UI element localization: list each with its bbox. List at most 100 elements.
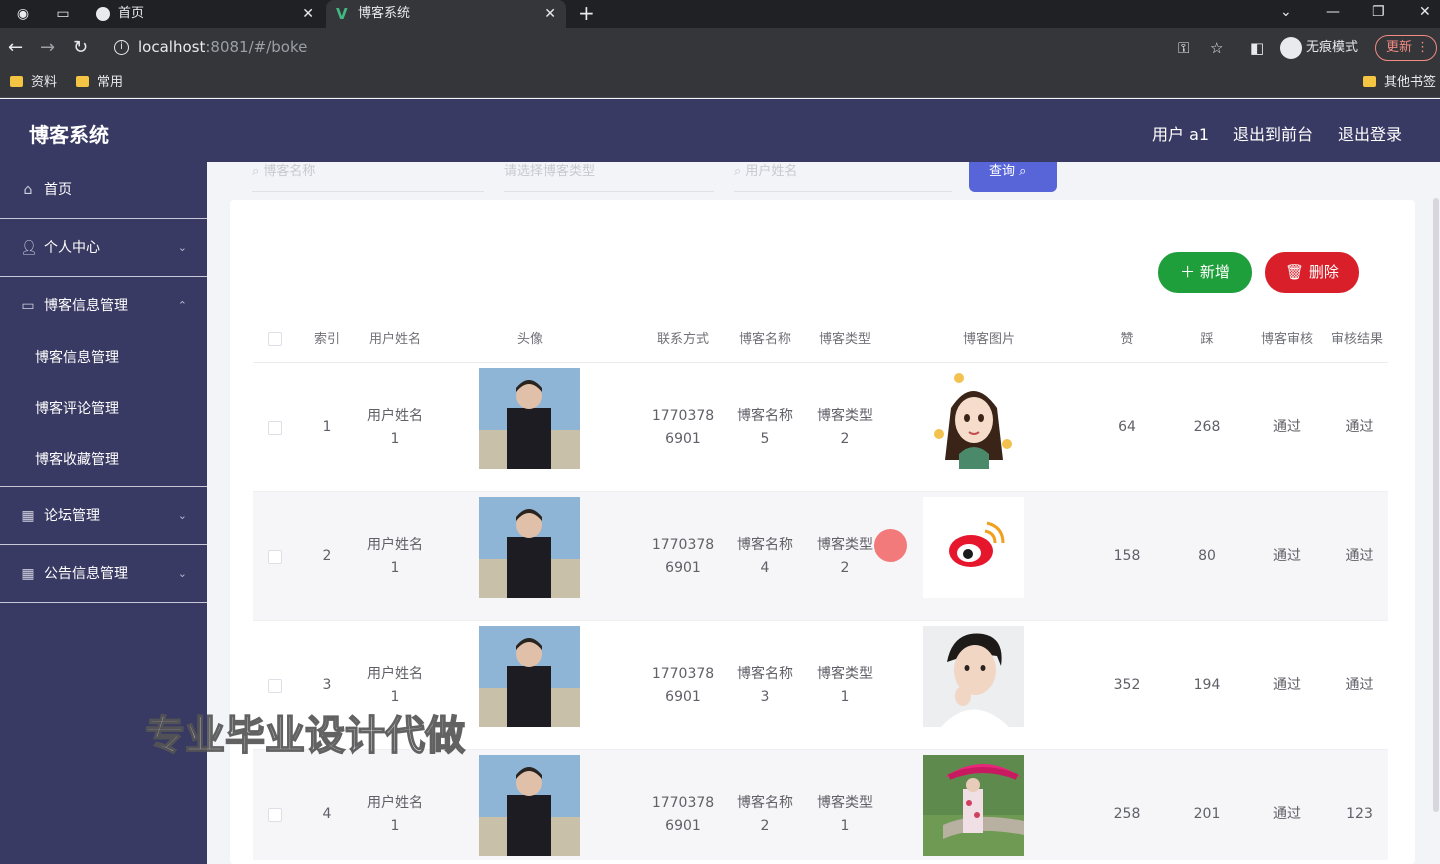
sidebar-item-forum[interactable]: ▦ 论坛管理 ⌄: [0, 487, 207, 544]
column-header[interactable]: 头像: [465, 316, 595, 363]
column-header[interactable]: 赞: [1097, 316, 1157, 363]
table-header: 索引 用户姓名 头像 联系方式 博客名称 博客类型 博客图片 赞 踩 博客审核 …: [253, 316, 1388, 363]
sidepanel-icon[interactable]: ◧: [1250, 37, 1264, 59]
submenu-blog-info[interactable]: 博客信息管理: [35, 348, 119, 368]
column-header[interactable]: 博客图片: [925, 316, 1053, 363]
blog-image[interactable]: [923, 626, 1024, 727]
minimize-icon[interactable]: —: [1326, 0, 1340, 24]
restore-icon[interactable]: ❐: [1372, 0, 1385, 24]
tab-search-icon[interactable]: ⌄: [1280, 0, 1292, 24]
bookmark-folder[interactable]: 常用: [76, 74, 123, 92]
search-icon: ⌕: [252, 164, 264, 179]
cursor-highlight: [874, 529, 907, 562]
user-name-search-input[interactable]: ⌕ 用户姓名: [734, 162, 952, 192]
star-icon[interactable]: ☆: [1210, 37, 1223, 59]
tab-overview-icon[interactable]: ▭: [54, 5, 72, 23]
column-header[interactable]: 踩: [1177, 316, 1237, 363]
row-checkbox[interactable]: [268, 679, 282, 693]
index-cell: 2: [322, 548, 332, 564]
tab-blog-system[interactable]: V 博客系统 ✕: [326, 0, 566, 28]
sidebar-item-announcements[interactable]: ▦ 公告信息管理 ⌄: [0, 545, 207, 602]
blog-name-search-input[interactable]: ⌕ 博客名称: [252, 162, 484, 192]
folder-icon: [76, 76, 89, 87]
watermark-text: 专业毕业设计代做: [144, 712, 466, 760]
submenu-blog-comments[interactable]: 博客评论管理: [35, 399, 119, 419]
blog-name-cell: 博客名称 4: [737, 536, 793, 576]
message-icon: ▭: [21, 297, 35, 314]
blog-type-select[interactable]: 请选择博客类型: [504, 162, 714, 192]
table-row[interactable]: 4 用户姓名 1 1770378 6901 博客名称 2 博客类型 1 258 201 …: [253, 750, 1388, 860]
vertical-scrollbar[interactable]: [1433, 198, 1439, 812]
phone-cell: 1770378 6901: [651, 665, 715, 705]
column-header[interactable]: 用户姓名: [357, 316, 433, 363]
column-header[interactable]: 审核结果: [1331, 316, 1388, 363]
column-header[interactable]: 联系方式: [643, 316, 723, 363]
new-tab-button[interactable]: +: [578, 0, 595, 26]
incognito-indicator[interactable]: 无痕模式: [1280, 36, 1358, 60]
key-icon[interactable]: ⚿: [1178, 37, 1189, 59]
other-bookmarks[interactable]: 其他书签: [1363, 74, 1436, 92]
close-icon[interactable]: ✕: [544, 0, 556, 28]
dislikes-cell: 194: [1193, 677, 1221, 693]
query-button[interactable]: 查询 ⌕: [969, 162, 1057, 192]
blog-image[interactable]: [923, 368, 1024, 469]
divider: [0, 602, 207, 603]
avatar-image[interactable]: [479, 755, 580, 856]
chevron-up-icon: ⌃: [177, 298, 187, 312]
sidebar-item-home[interactable]: ⌂ 首页: [0, 162, 207, 218]
add-button[interactable]: ＋ 新增: [1158, 252, 1252, 293]
row-checkbox[interactable]: [268, 421, 282, 435]
url-field[interactable]: localhost:8081/#/boke: [138, 38, 307, 56]
back-to-front-link[interactable]: 退出到前台: [1233, 121, 1313, 145]
blog-image[interactable]: [923, 497, 1024, 598]
review-cell: 通过: [1273, 548, 1301, 564]
blog-type-cell: 博客类型 1: [817, 665, 873, 705]
row-checkbox[interactable]: [268, 808, 282, 822]
row-checkbox[interactable]: [268, 550, 282, 564]
phone-cell: 1770378 6901: [651, 536, 715, 576]
reload-icon[interactable]: ↻: [73, 36, 88, 60]
blog-name-cell: 博客名称 5: [737, 407, 793, 447]
delete-button[interactable]: 🗑︎ 删除: [1265, 252, 1359, 293]
avatar-image[interactable]: [479, 497, 580, 598]
window-close-icon[interactable]: ✕: [1419, 0, 1431, 24]
bookmark-folder[interactable]: 资料: [10, 74, 57, 92]
column-header[interactable]: 博客名称: [727, 316, 803, 363]
review-result-cell: 通过: [1345, 677, 1374, 693]
table-row[interactable]: 2 用户姓名 1 1770378 6901 博客名称 4 博客类型 2 158 80 通…: [253, 492, 1388, 621]
submenu-blog-favorites[interactable]: 博客收藏管理: [35, 450, 119, 470]
forward-icon[interactable]: →: [40, 36, 55, 60]
review-result-cell: 通过: [1345, 419, 1374, 435]
close-icon[interactable]: ✕: [302, 0, 314, 28]
user-name-cell: 用户姓名 1: [367, 536, 423, 576]
chevron-down-icon: ⌄: [177, 240, 187, 254]
column-header[interactable]: 索引: [303, 316, 351, 363]
blog-image[interactable]: [923, 755, 1024, 856]
user-label[interactable]: 用户 a1: [1152, 121, 1209, 145]
back-icon[interactable]: ←: [8, 36, 23, 60]
table-row[interactable]: 1 用户姓名 1 1770378 6901 博客名称 5 博客类型 2 64 268 通…: [253, 363, 1388, 492]
likes-cell: 158: [1113, 548, 1141, 564]
dislikes-cell: 268: [1193, 419, 1221, 435]
phone-cell: 1770378 6901: [651, 794, 715, 834]
blog-type-cell: 博客类型 2: [817, 407, 873, 447]
browser-menu-icon[interactable]: ◉: [14, 5, 32, 23]
sidebar-item-blog-management[interactable]: ▭ 博客信息管理 ⌃: [0, 277, 207, 334]
avatar-image[interactable]: [479, 626, 580, 727]
column-header[interactable]: 博客类型: [807, 316, 883, 363]
logout-link[interactable]: 退出登录: [1338, 121, 1402, 145]
review-result-cell: 通过: [1345, 548, 1374, 564]
browser-tab-bar: ◉ ▭ 首页 ✕ V 博客系统 ✕ + ⌄ — ❐ ✕: [0, 0, 1440, 28]
select-all-checkbox[interactable]: [268, 332, 282, 346]
bookmarks-bar: 资料 常用 其他书签: [0, 68, 1440, 98]
blog-name-cell: 博客名称 2: [737, 794, 793, 834]
folder-icon: [10, 76, 23, 87]
vue-logo-icon: V: [336, 5, 348, 23]
site-info-icon[interactable]: i: [114, 40, 129, 55]
avatar-image[interactable]: [479, 368, 580, 469]
column-header[interactable]: 博客审核: [1247, 316, 1327, 363]
sidebar-item-personal-center[interactable]: 👤︎ 个人中心 ⌄: [0, 219, 207, 276]
tab-home[interactable]: 首页 ✕: [86, 0, 324, 28]
update-button[interactable]: 更新 ⋮: [1375, 35, 1437, 61]
home-icon: ⌂: [23, 182, 33, 198]
